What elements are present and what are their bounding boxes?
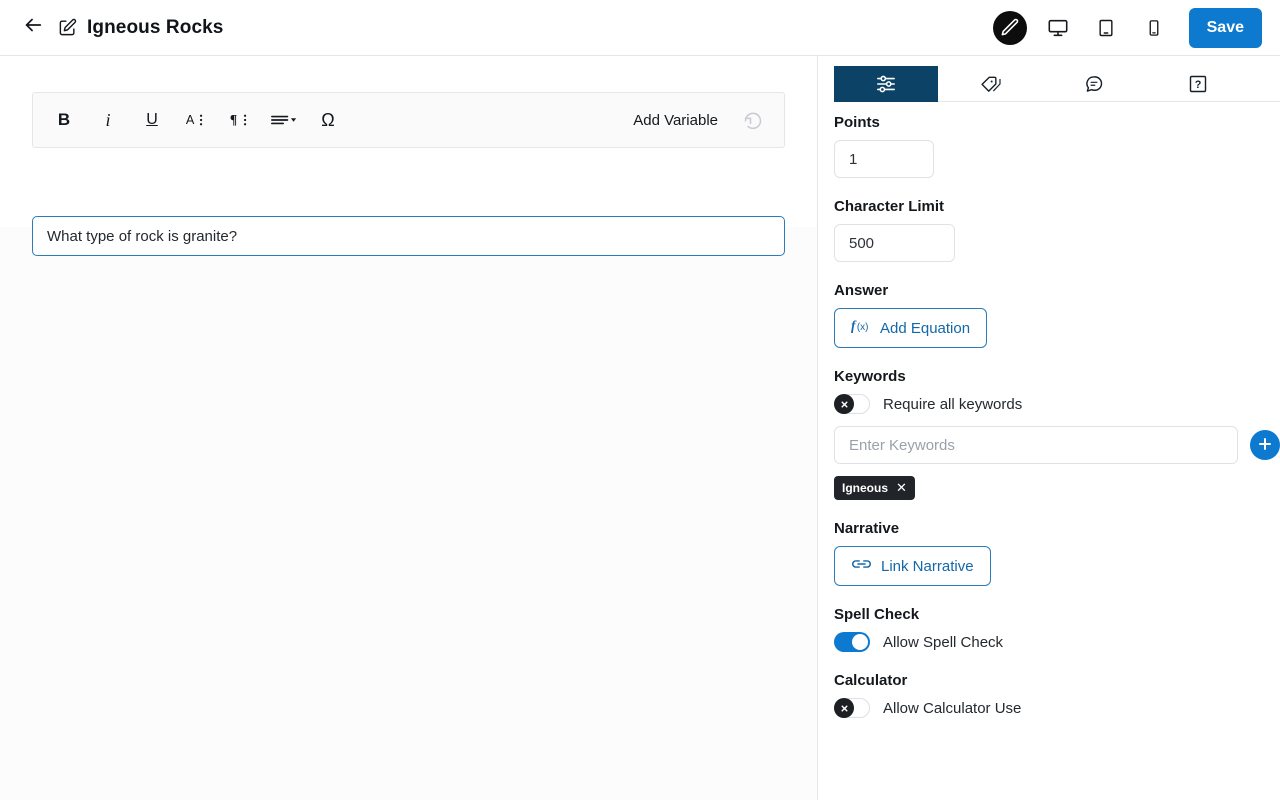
undo-icon[interactable]	[736, 103, 770, 137]
svg-text:A: A	[186, 113, 195, 127]
calculator-toggle-label: Allow Calculator Use	[883, 699, 1022, 717]
spell-check-toggle-label: Allow Spell Check	[883, 633, 1004, 651]
character-limit-section: Character Limit 500	[834, 198, 1280, 262]
keywords-input[interactable]	[834, 426, 1238, 464]
add-equation-label: Add Equation	[880, 319, 971, 337]
tab-tags[interactable]	[938, 66, 1042, 102]
pencil-icon-button[interactable]	[992, 10, 1027, 45]
special-character-icon[interactable]: Ω	[309, 101, 347, 139]
keywords-section: Keywords Require all keywords Enter Keyw…	[834, 368, 1280, 500]
tab-settings[interactable]	[834, 66, 938, 102]
tab-help[interactable]: ?	[1146, 66, 1250, 102]
add-equation-button[interactable]: f (x) Add Equation	[834, 308, 988, 348]
pencil-square-icon[interactable]	[58, 18, 77, 37]
add-keyword-button[interactable]	[1250, 430, 1280, 460]
settings-content: Points 1 Character Limit 500 Answer f (x…	[834, 114, 1280, 738]
question-text-input[interactable]: What type of rock is granite?	[32, 216, 785, 256]
calculator-toggle[interactable]	[834, 698, 870, 718]
spell-check-toggle[interactable]	[834, 632, 870, 652]
function-icon: f (x)	[851, 317, 871, 339]
points-input[interactable]: 1	[834, 140, 934, 178]
narrative-label: Narrative	[834, 520, 900, 537]
keyword-chip-list: Igneous ✕	[834, 476, 1280, 500]
align-list-icon[interactable]	[265, 101, 303, 139]
points-section: Points 1	[834, 114, 1280, 178]
add-variable-button[interactable]: Add Variable	[627, 108, 724, 133]
points-label: Points	[834, 114, 880, 131]
require-all-keywords-toggle[interactable]	[834, 394, 870, 414]
svg-text:¶: ¶	[230, 112, 237, 127]
toggle-off-knob-icon	[834, 394, 854, 414]
link-narrative-label: Link Narrative	[881, 557, 974, 575]
desktop-icon-button[interactable]	[1041, 11, 1075, 45]
page-title: Igneous Rocks	[87, 16, 224, 38]
answer-label: Answer	[834, 282, 889, 299]
link-narrative-button[interactable]: Link Narrative	[834, 546, 991, 586]
svg-text:?: ?	[1195, 79, 1202, 91]
require-all-keywords-row: Require all keywords	[834, 394, 1280, 414]
keywords-label: Keywords	[834, 368, 906, 385]
require-all-keywords-label: Require all keywords	[883, 395, 1023, 413]
keyword-entry-row	[834, 426, 1280, 464]
mobile-icon-button[interactable]	[1137, 11, 1171, 45]
narrative-section: Narrative Link Narrative	[834, 520, 1280, 586]
plus-icon	[1258, 435, 1272, 455]
character-limit-label: Character Limit	[834, 198, 945, 215]
editor-canvas-background	[0, 227, 817, 800]
underline-icon[interactable]: U	[133, 101, 171, 139]
toggle-off-knob-icon	[834, 698, 854, 718]
points-value: 1	[849, 150, 858, 168]
svg-text:(x): (x)	[857, 322, 869, 333]
panel-tabs: ?	[834, 66, 1280, 102]
italic-icon[interactable]: i	[89, 101, 127, 139]
calculator-label: Calculator	[834, 672, 908, 689]
app-header: Igneous Rocks Save	[0, 0, 1280, 56]
spell-check-section: Spell Check Allow Spell Check	[834, 606, 1280, 652]
character-limit-value: 500	[849, 234, 875, 252]
keyword-chip-label: Igneous	[842, 481, 889, 495]
close-icon[interactable]: ✕	[896, 480, 907, 496]
bold-icon[interactable]: B	[45, 101, 83, 139]
editor-pane: B i U A ¶ Ω Add Variable What type of ro…	[0, 56, 818, 800]
tablet-icon-button[interactable]	[1089, 11, 1123, 45]
paragraph-style-icon[interactable]: ¶	[221, 101, 259, 139]
arrow-left-icon	[22, 14, 44, 41]
save-button[interactable]: Save	[1188, 7, 1262, 48]
toggle-on-knob-icon	[852, 634, 868, 650]
keyword-chip[interactable]: Igneous ✕	[834, 476, 915, 500]
spell-check-label: Spell Check	[834, 606, 920, 623]
spell-check-row: Allow Spell Check	[834, 632, 1280, 652]
calculator-section: Calculator Allow Calculator Use	[834, 672, 1280, 718]
text-style-icon[interactable]: A	[177, 101, 215, 139]
rich-text-toolbar: B i U A ¶ Ω Add Variable	[32, 92, 785, 148]
question-text: What type of rock is granite?	[47, 227, 238, 245]
calculator-row: Allow Calculator Use	[834, 698, 1280, 718]
link-icon	[851, 556, 872, 576]
back-button[interactable]	[18, 13, 48, 43]
character-limit-input[interactable]: 500	[834, 224, 955, 262]
device-preview-group: Save	[992, 7, 1262, 48]
settings-panel: ? Points 1 Character Limit 500 Answer f	[819, 56, 1280, 800]
tab-comments[interactable]	[1042, 66, 1146, 102]
answer-section: Answer f (x) Add Equation	[834, 282, 1280, 348]
